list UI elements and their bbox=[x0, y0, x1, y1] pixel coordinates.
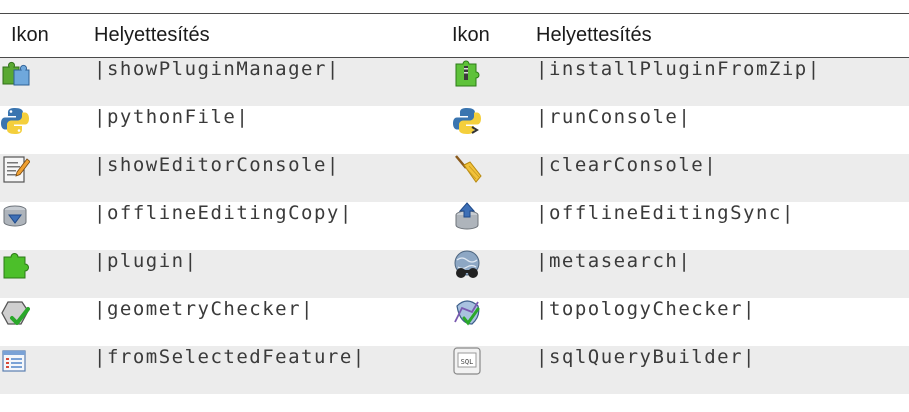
table-row: |plugin| |metasearch| bbox=[0, 250, 909, 298]
substitution-name: |installPluginFromZip| bbox=[536, 57, 909, 106]
substitution-name: |clearConsole| bbox=[536, 154, 909, 202]
substitution-name: |sqlQueryBuilder| bbox=[536, 346, 909, 394]
header-substitution-col-right: Helyettesítés bbox=[536, 14, 909, 58]
python-file-icon bbox=[1, 108, 29, 134]
header-icon-col-right: Ikon bbox=[452, 14, 536, 58]
run-console-icon bbox=[453, 108, 481, 134]
table-row: |pythonFile| |runConsole| bbox=[0, 106, 909, 154]
plugin-manager-icon bbox=[2, 61, 30, 86]
metasearch-icon bbox=[454, 250, 480, 278]
plugin-icon bbox=[3, 253, 29, 279]
editor-console-icon bbox=[3, 156, 30, 183]
substitution-table: Ikon Helyettesítés Ikon Helyettesítés |s… bbox=[0, 14, 909, 394]
clear-console-broom-icon bbox=[455, 155, 482, 183]
header-icon-col-left: Ikon bbox=[0, 14, 94, 58]
substitution-name: |pythonFile| bbox=[94, 106, 452, 154]
geometry-checker-icon bbox=[1, 301, 30, 325]
offline-editing-copy-icon bbox=[3, 205, 27, 227]
sql-query-builder-icon: SQL bbox=[453, 347, 481, 375]
table-row: |fromSelectedFeature| SQL |sqlQueryBuild… bbox=[0, 346, 909, 394]
table-header-row: Ikon Helyettesítés Ikon Helyettesítés bbox=[0, 14, 909, 58]
substitution-name: |offlineEditingSync| bbox=[536, 202, 909, 250]
install-plugin-zip-icon bbox=[455, 60, 480, 87]
table-row: |showPluginManager| |installPluginFromZi… bbox=[0, 57, 909, 106]
substitution-name: |fromSelectedFeature| bbox=[94, 346, 452, 394]
substitution-name: |plugin| bbox=[94, 250, 452, 298]
substitution-name: |geometryChecker| bbox=[94, 298, 452, 346]
substitution-name: |showEditorConsole| bbox=[94, 154, 452, 202]
header-substitution-col-left: Helyettesítés bbox=[94, 14, 452, 58]
table-row: |offlineEditingCopy| |offlineEditingSync… bbox=[0, 202, 909, 250]
from-selected-feature-icon bbox=[2, 350, 26, 372]
offline-editing-sync-icon bbox=[455, 202, 479, 230]
substitution-name: |metasearch| bbox=[536, 250, 909, 298]
table-row: |geometryChecker| |topologyChecker| bbox=[0, 298, 909, 346]
substitution-name: |showPluginManager| bbox=[94, 57, 452, 106]
svg-text:SQL: SQL bbox=[461, 358, 474, 366]
topology-checker-icon bbox=[454, 300, 480, 326]
substitution-name: |topologyChecker| bbox=[536, 298, 909, 346]
substitution-name: |offlineEditingCopy| bbox=[94, 202, 452, 250]
substitution-name: |runConsole| bbox=[536, 106, 909, 154]
table-row: |showEditorConsole| |clearConsole| bbox=[0, 154, 909, 202]
